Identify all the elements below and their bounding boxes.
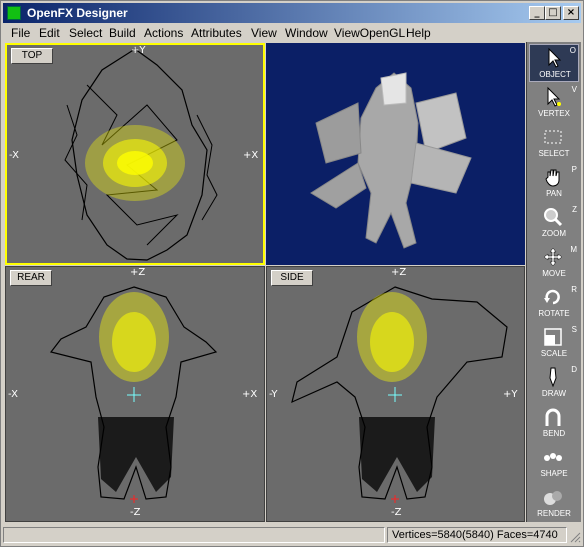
status-counts: Vertices=5840(5840) Faces=4740 [387,527,567,543]
axis-rear-up: +Z [130,267,146,278]
tool-object[interactable]: O OBJECT [529,44,579,82]
axis-side-left: -Y [269,389,278,400]
viewport-rear[interactable]: REAR +Z -Z -X +X [5,266,265,522]
menu-file[interactable]: File [11,26,30,40]
tool-vertex[interactable]: V VERTEX [529,84,579,122]
tool-bend[interactable]: BEND [529,404,579,442]
menu-viewopengl[interactable]: ViewOpenGL [334,26,405,40]
menu-edit[interactable]: Edit [39,26,60,40]
menu-view[interactable]: View [251,26,277,40]
arrow-cursor-icon [548,47,562,68]
shape-icon [544,453,562,461]
rotate-icon [544,289,560,305]
menu-attributes[interactable]: Attributes [191,26,242,40]
viewport-top-label[interactable]: TOP [11,48,53,64]
close-button[interactable]: × [563,6,579,20]
tool-shape[interactable]: SHAPE [529,444,579,482]
tool-pan[interactable]: P PAN [529,164,579,202]
viewport-side-label[interactable]: SIDE [271,270,313,286]
opengl-shaded-model [310,72,472,249]
vertex-cursor-icon [547,86,561,107]
menu-select[interactable]: Select [69,26,102,40]
magnifier-icon [544,208,563,227]
rear-wireframe-model [49,286,218,503]
main-window: OpenFX Designer _ □ × File Edit Select B… [0,0,584,547]
status-message [3,527,385,543]
select-box-icon [544,130,562,144]
status-bar: Vertices=5840(5840) Faces=4740 [3,525,581,545]
top-wireframe-model [64,48,218,261]
tool-palette: O OBJECT V VERTEX SELECT P PAN Z ZOOM M … [526,42,581,522]
menu-build[interactable]: Build [109,26,136,40]
tool-move[interactable]: M MOVE [529,244,579,282]
scale-icon [544,328,562,346]
move-arrows-icon [543,247,563,267]
window-title: OpenFX Designer [27,6,128,20]
axis-rear-left: -X [8,389,18,400]
axis-side-right: +Y [503,389,518,400]
minimize-button[interactable]: _ [529,6,545,20]
tool-render[interactable]: RENDER [529,484,579,522]
maximize-button[interactable]: □ [545,6,561,20]
axis-side-up: +Z [391,267,407,278]
axis-top-up: +Y [131,45,146,56]
app-icon[interactable] [7,6,21,20]
viewport-side[interactable]: SIDE +Z -Z -Y +Y [266,266,525,522]
tool-scale[interactable]: S SCALE [529,324,579,362]
viewport-opengl[interactable] [266,43,525,265]
title-bar[interactable]: OpenFX Designer _ □ × [3,3,581,23]
tool-draw[interactable]: D DRAW [529,364,579,402]
axis-side-down: -Z [391,507,402,518]
resize-grip[interactable] [569,531,581,543]
axis-top-right: +X [243,150,259,161]
menu-window[interactable]: Window [285,26,328,40]
menu-actions[interactable]: Actions [144,26,183,40]
hand-icon [545,169,560,187]
viewport-top[interactable]: TOP +Y -X +X [5,43,265,265]
tool-select[interactable]: SELECT [529,124,579,162]
axis-rear-right: +X [242,389,258,400]
tool-rotate[interactable]: R ROTATE [529,284,579,322]
pen-icon [549,367,557,388]
bend-icon [545,408,561,426]
menu-bar: File Edit Select Build Actions Attribute… [3,24,581,42]
side-wireframe-model [291,286,508,503]
axis-rear-down: -Z [130,507,141,518]
tool-zoom[interactable]: Z ZOOM [529,204,579,242]
menu-help[interactable]: Help [406,26,431,40]
render-spheres-icon [544,491,562,505]
axis-top-left: -X [9,150,19,161]
viewport-rear-label[interactable]: REAR [10,270,52,286]
